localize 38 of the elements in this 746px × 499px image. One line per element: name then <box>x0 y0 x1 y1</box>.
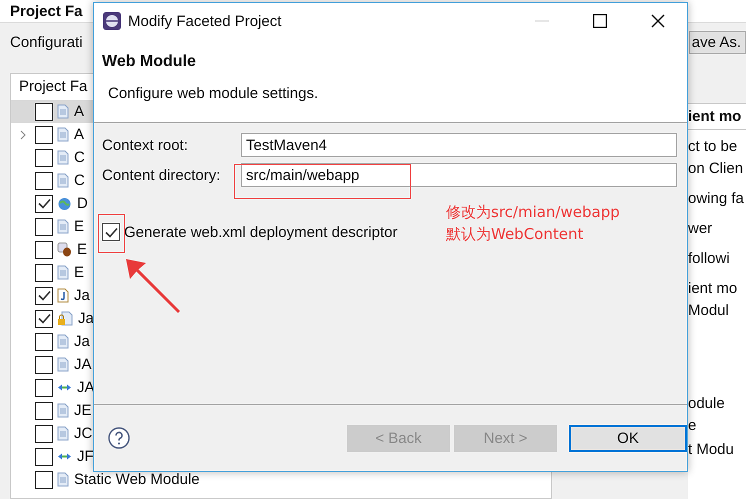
details-text: e <box>688 417 698 435</box>
facet-label: A <box>74 126 84 143</box>
facet-label: E <box>74 264 84 281</box>
page-description: Configure web module settings. <box>108 85 320 102</box>
annotation-note: 默认为WebContent <box>446 224 584 245</box>
details-text: t Modu <box>688 441 735 459</box>
details-text: Modul <box>688 302 730 320</box>
checkbox-label: Generate web.xml deployment descriptor <box>124 224 398 240</box>
facet-label: Ja <box>74 333 90 350</box>
facet-label: JA <box>74 356 92 373</box>
facet-label: E <box>77 241 88 258</box>
facet-label: JE <box>74 402 92 419</box>
facet-label: C <box>74 172 85 189</box>
details-text: wer <box>688 220 714 238</box>
annotation-note: 修改为src/mian/webapp <box>446 202 620 223</box>
configuration-label: Configurati <box>10 34 83 50</box>
facet-label: Static Web Module <box>74 471 200 488</box>
window-title: Project Fa <box>10 2 83 20</box>
facet-label: Ja <box>78 310 94 327</box>
column-header: Project Fa <box>19 78 88 95</box>
field-label: Content directory: <box>102 166 222 184</box>
facet-label: A <box>74 103 84 120</box>
details-text: on Clien <box>688 160 744 178</box>
dialog-title: Modify Faceted Project <box>128 12 282 30</box>
field-label: Context root: <box>102 136 189 154</box>
page-heading: Web Module <box>102 53 197 71</box>
details-text: odule <box>688 395 726 413</box>
facet-label: C <box>74 149 85 166</box>
facet-label: JF <box>77 448 94 465</box>
facet-label: Ja <box>74 287 90 304</box>
facet-label: JC <box>74 425 92 442</box>
details-text: ient mo <box>688 280 738 298</box>
details-text: ct to be <box>688 138 738 156</box>
facet-label: E <box>74 218 84 235</box>
facet-label: JA <box>77 379 95 396</box>
details-text: owing fa <box>688 190 745 208</box>
facet-label: D <box>77 195 88 212</box>
details-text: followi <box>688 250 731 268</box>
